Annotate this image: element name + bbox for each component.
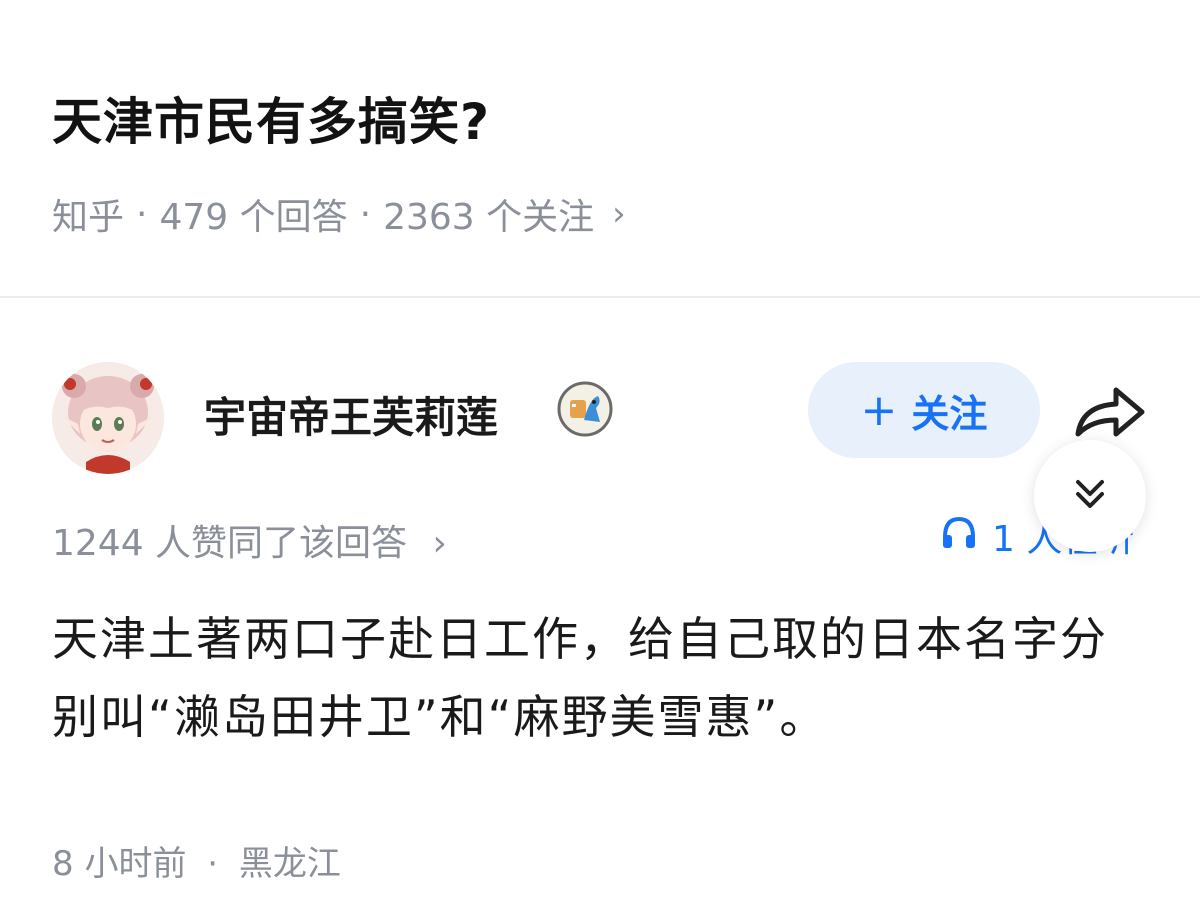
answer-time: 8 小时前 (52, 844, 187, 884)
answer-location: 黑龙江 (238, 844, 341, 884)
anime-avatar-icon[interactable] (52, 362, 164, 474)
meta-separator: · (207, 844, 219, 884)
question-title[interactable]: 天津市民有多搞笑? (52, 82, 490, 154)
followers-count: 2363 个关注 (383, 197, 595, 238)
chevron-right-icon: › (432, 523, 447, 564)
answer-body[interactable]: 天津土著两口子赴日工作，给自己取的日本名字分别叫“濑岛田井卫”和“麻野美雪惠”。 (52, 600, 1152, 756)
meta-separator: · (136, 193, 148, 235)
headphones-icon (940, 513, 978, 560)
follow-label: 关注 (911, 391, 988, 436)
creature-badge-icon (556, 380, 614, 438)
meta-separator: · (359, 193, 372, 235)
section-divider (0, 296, 1200, 298)
share-arrow-icon[interactable] (1070, 380, 1152, 446)
vote-count[interactable]: 1244 人赞同了该回答 › (52, 514, 447, 566)
plus-icon: + (860, 384, 898, 436)
question-meta[interactable]: 知乎 · 479 个回答 · 2363 个关注 › (52, 188, 626, 240)
answers-count: 479 个回答 (159, 197, 348, 238)
author-name[interactable]: 宇宙帝王芙莉莲 (204, 384, 498, 445)
chevron-right-icon: › (612, 194, 626, 234)
source-label: 知乎 (52, 197, 125, 238)
follow-button[interactable]: + 关注 (808, 362, 1040, 458)
collapse-button[interactable] (1034, 440, 1146, 552)
chevron-double-down-icon (1070, 474, 1110, 518)
answer-meta: 8 小时前 · 黑龙江 (52, 836, 341, 885)
vote-count-label: 1244 人赞同了该回答 (52, 523, 408, 564)
